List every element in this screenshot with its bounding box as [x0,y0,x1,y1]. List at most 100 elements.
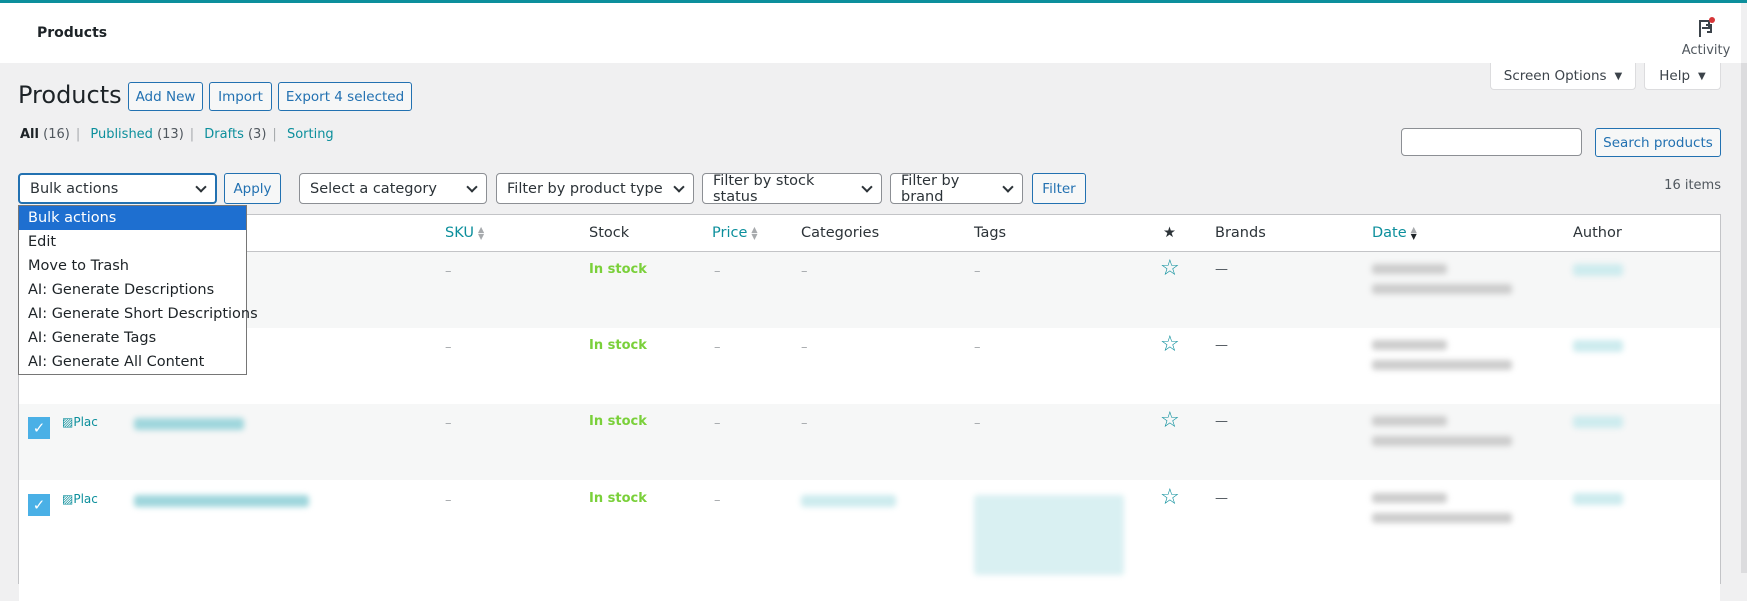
export-button[interactable]: Export 4 selected [278,82,412,111]
tags-cell: – [974,264,981,279]
row-checkbox[interactable]: ✓ [28,417,50,439]
count: (13) [157,127,184,142]
bulk-option[interactable]: AI: Generate Tags [19,326,246,350]
search-products-button[interactable]: Search products [1595,128,1721,157]
featured-star-icon[interactable]: ☆ [1160,410,1180,432]
brands-cell: — [1215,414,1228,429]
author-link[interactable] [1573,493,1623,505]
top-header: Products Activity [0,3,1741,63]
brands-cell: — [1215,338,1228,353]
product-type-select[interactable]: Filter by product type [496,173,694,204]
featured-star-icon[interactable]: ☆ [1160,258,1180,280]
table-row: ✓ ▨Plac – In stock – ☆ — [19,481,1720,601]
featured-star-icon[interactable]: ☆ [1160,334,1180,356]
chevron-down-icon [466,180,478,193]
flag-icon [1699,17,1715,37]
date-status [1372,493,1447,503]
view-published[interactable]: Published [90,127,153,142]
bulk-option[interactable]: AI: Generate Short Descriptions [19,302,258,326]
featured-star-icon[interactable]: ☆ [1160,487,1180,509]
product-thumbnail[interactable]: ▨Plac [62,492,98,506]
price-cell: – [714,416,721,431]
separator: | [272,127,277,142]
sku-label: SKU [445,225,474,241]
author-link[interactable] [1573,264,1623,276]
bulk-actions-dropdown: Bulk actions Edit Move to Trash AI: Gene… [18,205,258,375]
product-name-link[interactable] [134,418,244,430]
date-value [1372,513,1512,523]
items-count: 16 items [1664,178,1721,193]
bulk-option[interactable]: AI: Generate All Content [19,350,246,374]
broken-image-icon: ▨ [62,415,74,429]
filter-button[interactable]: Filter [1032,173,1086,204]
column-price[interactable]: Price ▲ ▼ [712,225,758,241]
date-status [1372,416,1447,426]
table-row: – In stock – – – ☆ — [19,252,1720,328]
view-all[interactable]: All [20,127,39,142]
view-drafts[interactable]: Drafts [204,127,244,142]
column-brands: Brands [1215,225,1266,241]
bulk-option[interactable]: Edit [19,230,246,254]
categories-cell: – [801,416,808,431]
column-tags: Tags [974,225,1007,241]
header-title: Products [37,25,108,41]
product-name-link[interactable] [134,495,309,507]
author-link[interactable] [1573,340,1623,352]
bulk-option[interactable]: Move to Trash [19,254,246,278]
thumbnail-alt: Plac [73,415,98,429]
date-status [1372,340,1447,350]
help-label: Help [1659,68,1691,84]
bulk-actions-select[interactable]: Bulk actions [18,173,217,204]
add-new-button[interactable]: Add New [128,82,203,111]
date-value [1372,360,1512,370]
brands-cell: — [1215,262,1228,277]
sort-icon: ▲ ▼ [477,225,485,241]
stock-status-value: Filter by stock status [713,172,815,205]
column-date[interactable]: Date ▲ ▼ [1372,225,1417,241]
column-categories: Categories [801,225,880,241]
column-sku[interactable]: SKU ▲ ▼ [445,225,484,241]
screen-options-button[interactable]: Screen Options ▼ [1490,63,1636,90]
date-value [1372,436,1512,446]
column-featured[interactable]: ★ [1163,225,1176,241]
stock-status: In stock [589,414,647,429]
activity-button[interactable]: Activity [1676,17,1736,58]
tag-links[interactable] [974,495,1124,575]
help-button[interactable]: Help ▼ [1644,63,1721,90]
row-checkbox[interactable]: ✓ [28,494,50,516]
brand-value: Filter by brand [901,172,960,205]
view-sorting[interactable]: Sorting [287,127,334,142]
count: (16) [43,127,70,142]
caret-down-icon: ▼ [1698,70,1706,82]
category-link[interactable] [801,495,896,507]
broken-image-icon: ▨ [62,492,74,506]
stock-status: In stock [589,491,647,506]
author-link[interactable] [1573,416,1623,428]
products-table: SKU ▲ ▼ Stock Price ▲ ▼ Categories Tags ★ Br… [18,214,1721,601]
import-button[interactable]: Import [209,82,272,111]
tags-cell: – [974,416,981,431]
table-header: SKU ▲ ▼ Stock Price ▲ ▼ Categories Tags ★ Br… [19,215,1720,252]
bulk-option[interactable]: AI: Generate Descriptions [19,278,246,302]
search-input[interactable] [1401,128,1582,156]
category-select[interactable]: Select a category [299,173,487,204]
stock-status-select[interactable]: Filter by stock status [702,172,882,205]
apply-button[interactable]: Apply [224,173,281,204]
category-value: Select a category [310,180,437,197]
brand-select[interactable]: Filter by brand [890,172,1023,205]
chevron-down-icon [673,180,685,193]
categories-cell: – [801,340,808,355]
stock-status: In stock [589,338,647,353]
tags-cell: – [974,340,981,355]
sku-cell: – [445,264,452,279]
screen-options-label: Screen Options [1503,68,1607,84]
product-thumbnail[interactable]: ▨Plac [62,415,98,429]
separator: | [189,127,195,142]
bulk-option[interactable]: Bulk actions [19,206,246,230]
date-label: Date [1372,225,1407,241]
count: (3) [247,127,267,142]
scrollbar[interactable] [1741,63,1747,573]
price-cell: – [714,340,721,355]
view-filters: All (16) | Published (13) | Drafts (3) | So… [20,127,334,142]
categories-cell: – [801,264,808,279]
